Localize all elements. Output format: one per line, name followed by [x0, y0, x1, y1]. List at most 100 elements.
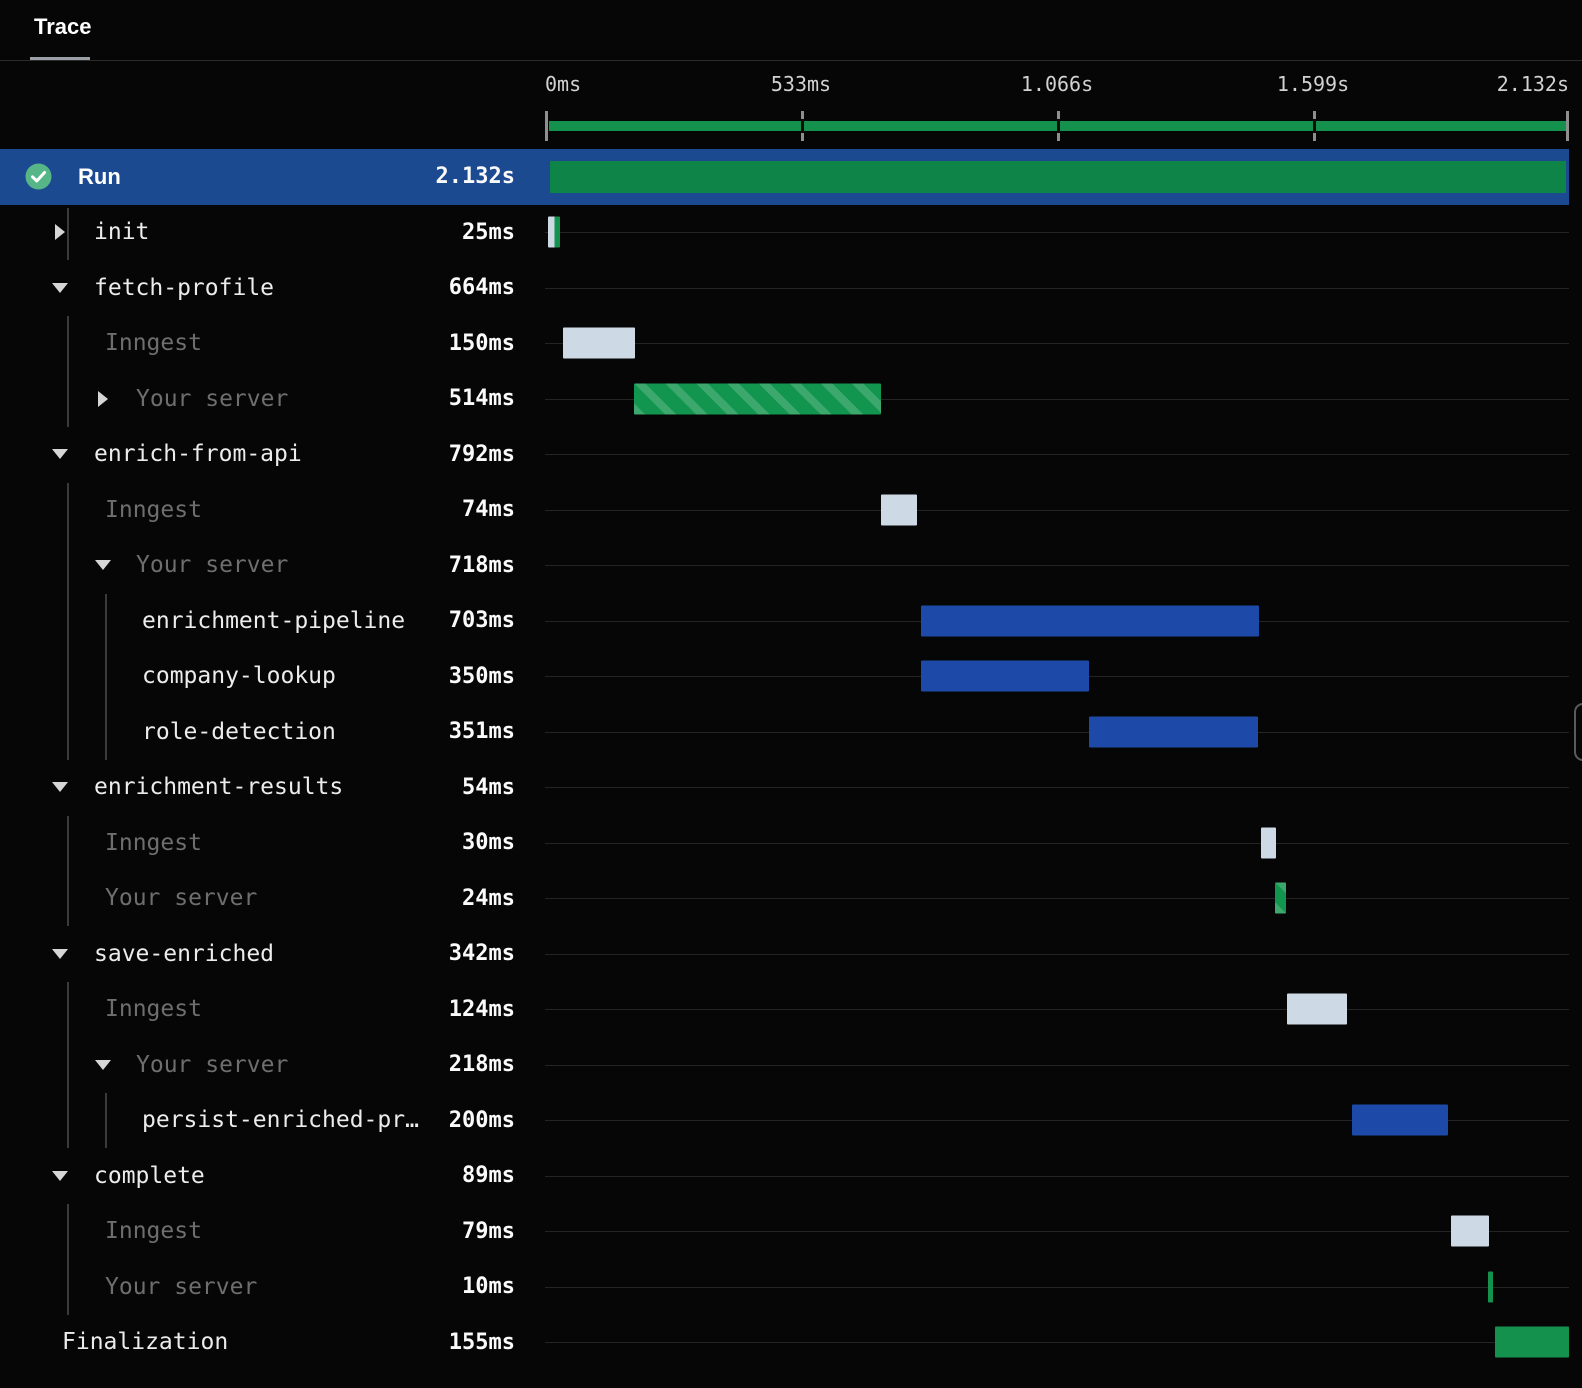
trace-row-fetch-profile[interactable]: fetch-profile 664ms: [0, 260, 1569, 316]
run-span-bar[interactable]: [550, 160, 1566, 193]
trace-row-Inngest[interactable]: Inngest 124ms: [0, 982, 1569, 1038]
span-bar-light[interactable]: [562, 327, 635, 359]
timeline-cell: [545, 316, 1569, 372]
ruler-tick: [801, 119, 804, 133]
span-duration: 351ms: [448, 719, 515, 745]
span-bar-light[interactable]: [1451, 1215, 1490, 1247]
caret-down-icon[interactable]: [52, 1170, 68, 1181]
row-guide-line: [545, 565, 1569, 567]
span-name: persist-enriched-pr…: [142, 1107, 419, 1134]
span-duration: 792ms: [448, 441, 515, 467]
span-bar-light[interactable]: [1287, 993, 1347, 1025]
span-bar-light[interactable]: [1261, 827, 1276, 859]
trace-row-Inngest[interactable]: Inngest 79ms: [0, 1204, 1569, 1260]
span-bar-hatch[interactable]: [1274, 882, 1287, 914]
trace-row-enrichment-results[interactable]: enrichment-results 54ms: [0, 760, 1569, 816]
trace-row-Finalization[interactable]: Finalization 155ms: [0, 1315, 1569, 1371]
span-name: Inngest: [105, 1218, 202, 1245]
timeline-cell: [545, 982, 1569, 1038]
trace-row-Inngest[interactable]: Inngest 74ms: [0, 482, 1569, 538]
trace-row-Yourserver[interactable]: Your server 10ms: [0, 1259, 1569, 1315]
trace-row-Yourserver[interactable]: Your server 718ms: [0, 538, 1569, 594]
ruler-tick-label: 1.599s: [1276, 72, 1350, 96]
row-guide-line: [545, 898, 1569, 900]
trace-row-Inngest[interactable]: Inngest 150ms: [0, 316, 1569, 372]
trace-row-persist-enriched-pr[interactable]: persist-enriched-pr… 200ms: [0, 1093, 1569, 1149]
span-bar-blue[interactable]: [921, 605, 1259, 637]
tree-guide-line: [67, 1204, 69, 1315]
trace-row-Yourserver[interactable]: Your server 218ms: [0, 1037, 1569, 1093]
span-name: Inngest: [105, 496, 202, 523]
row-guide-line: [545, 731, 1569, 733]
run-row[interactable]: Run 2.132s: [0, 149, 1569, 205]
ruler-tick: [1566, 111, 1569, 141]
trace-row-role-detection[interactable]: role-detection 351ms: [0, 704, 1569, 760]
timeline-cell: [545, 371, 1569, 427]
span-bar-split[interactable]: [547, 216, 561, 248]
caret-down-icon: [52, 782, 68, 793]
span-rows: Run 2.132s init 25ms fetch-profile 664ms Inn…: [0, 149, 1569, 1370]
row-guide-line: [545, 1009, 1569, 1011]
trace-row-Inngest[interactable]: Inngest 30ms: [0, 815, 1569, 871]
ruler-tick: [1313, 119, 1316, 133]
caret-down-icon[interactable]: [95, 1059, 111, 1070]
span-bar-hatch[interactable]: [633, 383, 881, 415]
trace-row-enrichment-pipeline[interactable]: enrichment-pipeline 703ms: [0, 593, 1569, 649]
span-duration: 25ms: [462, 219, 515, 245]
ruler-tick-label: 1.066s: [1020, 72, 1094, 96]
timeline-cell: [545, 760, 1569, 816]
tree-guide-line: [67, 982, 69, 1148]
scrollbar-thumb[interactable]: [1574, 703, 1582, 761]
span-name: company-lookup: [142, 663, 336, 690]
timeline-cell: [545, 926, 1569, 982]
caret-right-icon[interactable]: [52, 224, 68, 241]
row-guide-line: [545, 787, 1569, 789]
span-bar-blue[interactable]: [1089, 716, 1258, 748]
caret-down-icon[interactable]: [52, 449, 68, 460]
caret-down-icon[interactable]: [52, 282, 68, 293]
timeline-cell: [545, 1148, 1569, 1204]
span-duration: 74ms: [462, 497, 515, 523]
trace-row-save-enriched[interactable]: save-enriched 342ms: [0, 926, 1569, 982]
span-name: Inngest: [105, 829, 202, 856]
row-guide-line: [545, 232, 1569, 234]
span-duration: 514ms: [448, 386, 515, 412]
ruler-tick: [1057, 119, 1060, 133]
timeline-cell: [545, 482, 1569, 538]
span-bar-light[interactable]: [881, 494, 917, 526]
ruler-tick-label: 0ms: [545, 72, 582, 96]
caret-down-icon[interactable]: [52, 782, 68, 793]
caret-down-icon[interactable]: [95, 560, 111, 571]
trace-row-complete[interactable]: complete 89ms: [0, 1148, 1569, 1204]
caret-right-icon: [55, 224, 65, 241]
span-duration: 30ms: [462, 830, 515, 856]
caret-down-icon: [95, 560, 111, 571]
span-bar-blue[interactable]: [1352, 1104, 1449, 1136]
span-name: Your server: [136, 385, 289, 412]
tab-trace[interactable]: Trace: [34, 14, 92, 40]
span-name: Your server: [105, 1273, 258, 1300]
span-name: enrich-from-api: [94, 441, 302, 468]
span-name: role-detection: [142, 718, 336, 745]
caret-down-icon: [95, 1059, 111, 1070]
timeline-cell: [545, 1093, 1569, 1149]
check-circle-icon: [25, 163, 52, 190]
span-bar-blue[interactable]: [921, 660, 1090, 692]
trace-row-init[interactable]: init 25ms: [0, 205, 1569, 261]
timeline-cell: [545, 1037, 1569, 1093]
span-name: fetch-profile: [94, 274, 275, 301]
timeline-cell: [545, 593, 1569, 649]
row-guide-line: [545, 1286, 1569, 1288]
trace-row-enrich-from-api[interactable]: enrich-from-api 792ms: [0, 427, 1569, 483]
timeline-cell: [545, 649, 1569, 705]
span-bar-green[interactable]: [1488, 1271, 1494, 1303]
trace-row-company-lookup[interactable]: company-lookup 350ms: [0, 649, 1569, 705]
timeline-cell: [545, 871, 1569, 927]
trace-viewer: Trace 0ms 533ms 1.066s 1.599s 2.132s Run 2.1…: [0, 0, 1582, 1388]
trace-row-Yourserver[interactable]: Your server 514ms: [0, 371, 1569, 427]
span-bar-green[interactable]: [1494, 1326, 1569, 1358]
caret-down-icon[interactable]: [52, 948, 68, 959]
caret-right-icon[interactable]: [95, 390, 111, 407]
active-tab-indicator: [30, 57, 90, 60]
trace-row-Yourserver[interactable]: Your server 24ms: [0, 871, 1569, 927]
